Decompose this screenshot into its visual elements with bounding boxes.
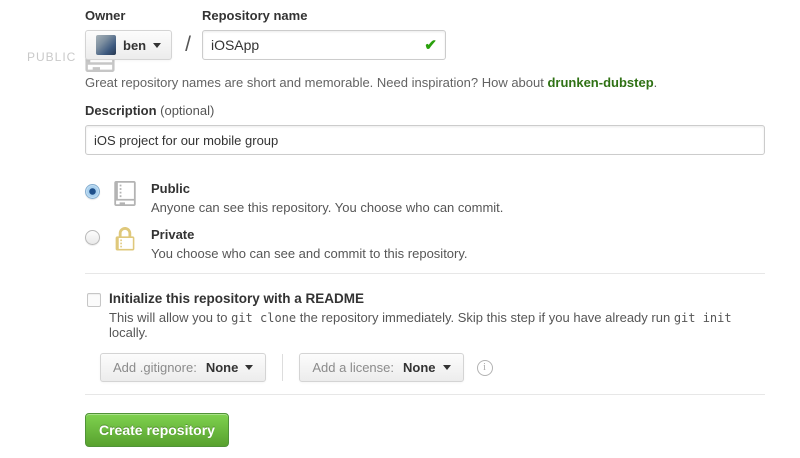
- visibility-option-private[interactable]: Private You choose who can see and commi…: [85, 227, 765, 261]
- avatar: [96, 35, 116, 55]
- git-clone-code: git clone: [231, 311, 296, 325]
- new-repository-form: Owner ben / Repository name ✔ Great repo…: [85, 8, 765, 447]
- vertical-divider: [282, 354, 283, 381]
- description-label: Description (optional): [85, 103, 765, 118]
- gitignore-dropdown-label: Add .gitignore:: [113, 360, 197, 375]
- name-row: Owner ben / Repository name ✔: [85, 8, 765, 60]
- submit-row: Create repository: [85, 413, 765, 447]
- visibility-section: Public Anyone can see this repository. Y…: [85, 181, 765, 261]
- owner-label: Owner: [85, 8, 172, 23]
- public-radio[interactable]: [85, 184, 100, 199]
- chevron-down-icon: [443, 365, 451, 370]
- owner-value: ben: [123, 38, 146, 53]
- public-option-title: Public: [151, 181, 503, 196]
- private-radio[interactable]: [85, 230, 100, 245]
- section-divider: [85, 394, 765, 395]
- lock-icon: [112, 227, 138, 255]
- owner-select-button[interactable]: ben: [85, 30, 172, 60]
- repo-name-input[interactable]: [202, 30, 446, 60]
- name-hint-prefix: Great repository names are short and mem…: [85, 75, 547, 90]
- gitignore-dropdown-value: None: [206, 360, 239, 375]
- description-optional-label: (optional): [160, 103, 214, 118]
- private-option-description: You choose who can see and commit to thi…: [151, 246, 468, 261]
- owner-repo-separator: /: [172, 33, 202, 60]
- public-option-description: Anyone can see this repository. You choo…: [151, 200, 503, 215]
- name-suggestion-link[interactable]: drunken-dubstep: [547, 75, 653, 90]
- repo-name-input-wrap: ✔: [202, 30, 446, 60]
- owner-column: Owner ben: [85, 8, 172, 60]
- license-dropdown-button[interactable]: Add a license: None: [299, 353, 463, 382]
- chevron-down-icon: [153, 43, 161, 48]
- description-section: Description (optional): [85, 103, 765, 155]
- license-dropdown-value: None: [403, 360, 436, 375]
- check-icon: ✔: [424, 36, 437, 54]
- create-repository-button[interactable]: Create repository: [85, 413, 229, 447]
- info-icon[interactable]: i: [477, 360, 493, 376]
- name-hint: Great repository names are short and mem…: [85, 75, 765, 90]
- repo-name-column: Repository name ✔: [202, 8, 446, 60]
- readme-section: Initialize this repository with a README…: [85, 291, 765, 340]
- visibility-option-public[interactable]: Public Anyone can see this repository. Y…: [85, 181, 765, 215]
- public-watermark-label: PUBLIC: [27, 50, 76, 64]
- name-hint-suffix: .: [654, 75, 658, 90]
- description-input[interactable]: [85, 125, 765, 155]
- chevron-down-icon: [245, 365, 253, 370]
- readme-checkbox[interactable]: [87, 293, 101, 307]
- license-dropdown-label: Add a license:: [312, 360, 394, 375]
- git-init-code: git init: [674, 311, 732, 325]
- private-option-text: Private You choose who can see and commi…: [151, 227, 468, 261]
- readme-label: Initialize this repository with a README: [109, 291, 765, 306]
- section-divider: [85, 273, 765, 274]
- repo-name-label: Repository name: [202, 8, 446, 23]
- template-dropdown-row: Add .gitignore: None Add a license: None…: [100, 353, 765, 382]
- private-option-title: Private: [151, 227, 468, 242]
- readme-text: Initialize this repository with a README…: [109, 291, 765, 340]
- repo-icon: [112, 181, 138, 209]
- readme-hint: This will allow you to git clone the rep…: [109, 310, 765, 340]
- gitignore-dropdown-button[interactable]: Add .gitignore: None: [100, 353, 266, 382]
- public-option-text: Public Anyone can see this repository. Y…: [151, 181, 503, 215]
